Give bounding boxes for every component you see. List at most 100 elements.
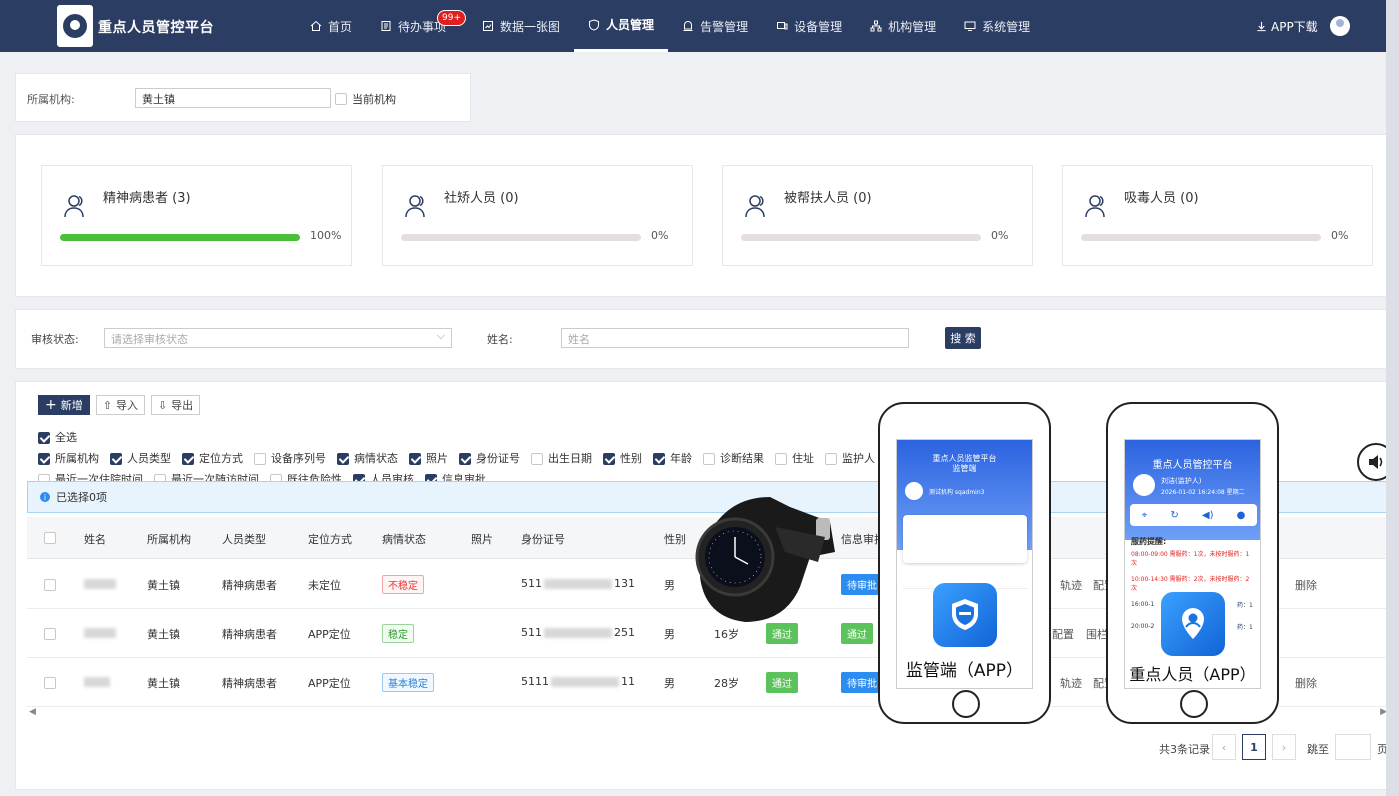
checkbox-box[interactable]	[337, 453, 349, 465]
column-option[interactable]: 性别	[603, 450, 642, 468]
import-button[interactable]: ⇧ 导入	[95, 395, 145, 415]
delete-link[interactable]: 删除	[1295, 675, 1317, 691]
cell-gender: 男	[664, 677, 675, 690]
jump-label: 跳至	[1307, 743, 1329, 756]
logo	[57, 5, 93, 47]
column-option[interactable]: 人员类型	[110, 450, 171, 468]
status-badge: 不稳定	[382, 575, 424, 594]
phone-screen: 重点人员监管平台 监管端 测试机构 sqadmin3	[896, 439, 1033, 689]
personnel-app-phone: 重点人员管控平台 刘洁(监护人) 2026-01-02 16:24:08 星期二…	[1106, 402, 1279, 724]
name-input[interactable]: 姓名	[561, 328, 909, 348]
column-option[interactable]: 监护人	[825, 450, 875, 468]
column-option[interactable]: 住址	[775, 450, 814, 468]
checkbox-box[interactable]	[459, 453, 471, 465]
track-link[interactable]: 轨迹	[1060, 577, 1082, 593]
checkbox-box[interactable]	[409, 453, 421, 465]
column-option-label: 身份证号	[476, 452, 520, 465]
header-checkbox[interactable]	[44, 532, 56, 544]
app-download-link[interactable]: APP下载	[1256, 18, 1318, 35]
column-option[interactable]: 照片	[409, 450, 448, 468]
column-option[interactable]: 身份证号	[459, 450, 520, 468]
id-suffix: 11	[621, 675, 635, 688]
th-org: 所属机构	[147, 533, 191, 546]
fence-link[interactable]: 围栏	[1086, 626, 1108, 642]
people-icon	[1085, 195, 1105, 218]
column-option[interactable]: 设备序列号	[254, 450, 326, 468]
nav-todo[interactable]: 待办事项 99+	[366, 0, 467, 52]
top-header: 重点人员管控平台 首页 待办事项 99+ 数据一张图 人员管理 告警管理 设备管…	[0, 0, 1399, 52]
nav-org[interactable]: 机构管理	[856, 0, 950, 52]
stat-card-mental[interactable]: 精神病患者 (3) 100%	[41, 165, 352, 266]
add-button[interactable]: + 新增	[38, 395, 90, 415]
nav-personnel[interactable]: 人员管理	[574, 0, 669, 52]
app-download-label: APP下载	[1271, 20, 1318, 34]
config-link[interactable]: 配置	[1052, 626, 1074, 642]
org-select[interactable]: 黄土镇	[135, 88, 331, 108]
row-checkbox[interactable]	[44, 628, 56, 640]
column-option[interactable]: 出生日期	[531, 450, 592, 468]
cell-age: 28岁	[714, 677, 739, 690]
user-avatar[interactable]	[1330, 16, 1350, 36]
nav-label: 告警管理	[700, 19, 749, 34]
stat-title: 社矫人员 (0)	[444, 191, 519, 206]
th-id: 身份证号	[521, 533, 565, 546]
checkbox-box[interactable]	[182, 453, 194, 465]
phone-user: 刘洁(监护人)	[1161, 477, 1202, 485]
checkbox-box[interactable]	[38, 432, 50, 444]
column-option[interactable]: 年龄	[653, 450, 692, 468]
column-option[interactable]: 病情状态	[337, 450, 398, 468]
phone-home-button	[952, 690, 980, 718]
checkbox-box[interactable]	[653, 453, 665, 465]
name-label: 姓名:	[487, 333, 513, 346]
column-option[interactable]: 定位方式	[182, 450, 243, 468]
nav-data-map[interactable]: 数据一张图	[468, 0, 574, 52]
total-records: 共3条记录	[1159, 743, 1210, 756]
stat-title: 被帮扶人员 (0)	[784, 191, 872, 206]
person-icon: ●	[1236, 509, 1246, 521]
checkbox-box[interactable]	[825, 453, 837, 465]
cell-id: 511 251	[521, 626, 635, 639]
delete-link[interactable]: 删除	[1295, 577, 1317, 593]
page-button[interactable]: 1	[1242, 734, 1266, 760]
stat-card-correction[interactable]: 社矫人员 (0) 0%	[382, 165, 693, 266]
select-all-checkbox[interactable]: 全选	[38, 429, 77, 447]
nav-home[interactable]: 首页	[296, 0, 366, 52]
cell-locate: APP定位	[308, 677, 351, 690]
status-select[interactable]: 请选择审核状态 ⌵	[104, 328, 452, 348]
checkbox-box[interactable]	[531, 453, 543, 465]
checkbox-box[interactable]	[603, 453, 615, 465]
stat-percent: 0%	[651, 229, 669, 242]
column-option-label: 所属机构	[55, 452, 99, 465]
track-link[interactable]: 轨迹	[1060, 675, 1082, 691]
chart-icon	[483, 21, 494, 31]
jump-input[interactable]	[1335, 734, 1371, 760]
brand-title: 重点人员管控平台	[98, 20, 214, 36]
people-icon	[405, 195, 425, 218]
export-button[interactable]: ⇩ 导出	[150, 395, 201, 415]
checkbox-box[interactable]	[254, 453, 266, 465]
th-photo: 照片	[471, 533, 493, 546]
checkbox-box[interactable]	[38, 453, 50, 465]
checkbox-box[interactable]	[110, 453, 122, 465]
stat-card-assisted[interactable]: 被帮扶人员 (0) 0%	[722, 165, 1033, 266]
current-org-checkbox[interactable]: 当前机构	[335, 91, 396, 107]
column-option[interactable]: 所属机构	[38, 450, 99, 468]
column-option[interactable]: 诊断结果	[703, 450, 764, 468]
row-checkbox[interactable]	[44, 677, 56, 689]
stat-progress-fill	[60, 234, 300, 241]
search-button[interactable]: 搜 索	[945, 327, 981, 349]
cell-id: 511 131	[521, 577, 635, 590]
upload-icon: ⇧	[102, 398, 112, 412]
nav-alarm[interactable]: 告警管理	[668, 0, 762, 52]
scroll-left-icon[interactable]: ◀	[29, 707, 36, 717]
next-page-button[interactable]: ›	[1272, 734, 1296, 760]
checkbox-box[interactable]	[335, 93, 347, 105]
prev-page-button[interactable]: ‹	[1212, 734, 1236, 760]
row-checkbox[interactable]	[44, 579, 56, 591]
nav-device[interactable]: 设备管理	[762, 0, 856, 52]
checkbox-box[interactable]	[703, 453, 715, 465]
nav-system[interactable]: 系统管理	[950, 0, 1044, 52]
screen-title: 重点人员管控平台	[1152, 460, 1233, 471]
stat-card-drug[interactable]: 吸毒人员 (0) 0%	[1062, 165, 1373, 266]
checkbox-box[interactable]	[775, 453, 787, 465]
